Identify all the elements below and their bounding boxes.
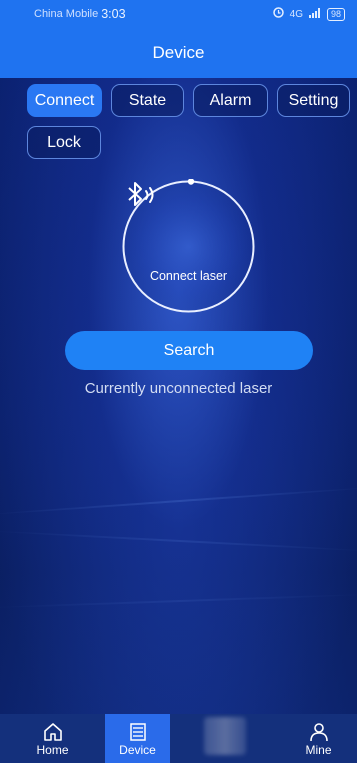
tab-state[interactable]: State bbox=[111, 84, 184, 117]
carrier-name: China Mobile bbox=[34, 8, 99, 20]
nav-home[interactable]: Home bbox=[0, 714, 105, 763]
status-right: 4G 98 bbox=[272, 7, 345, 21]
blurred-icon bbox=[204, 717, 246, 755]
nav-device-label: Device bbox=[119, 743, 156, 757]
battery-icon: 98 bbox=[326, 7, 345, 21]
device-icon bbox=[129, 723, 146, 741]
tab-connect[interactable]: Connect bbox=[27, 84, 102, 117]
search-button-label: Search bbox=[163, 341, 215, 359]
status-bar: China Mobile 3:03 4G 98 bbox=[0, 0, 357, 28]
page-title: Device bbox=[152, 43, 205, 62]
bluetooth-icon bbox=[128, 182, 154, 206]
background-light-band bbox=[0, 593, 357, 609]
tab-label: Alarm bbox=[209, 91, 252, 109]
background-light-band bbox=[0, 529, 357, 553]
tab-label: State bbox=[128, 91, 167, 109]
page-header: Device bbox=[0, 28, 357, 78]
tab-alarm[interactable]: Alarm bbox=[193, 84, 268, 117]
signal-icon bbox=[308, 7, 321, 21]
tab-label: Setting bbox=[288, 91, 339, 109]
tab-label: Lock bbox=[47, 133, 81, 151]
signal-label: 4G bbox=[289, 8, 303, 20]
background-light-band bbox=[0, 486, 357, 516]
tab-lock[interactable]: Lock bbox=[27, 126, 101, 159]
clock-time: 3:03 bbox=[101, 7, 126, 21]
connect-laser-label: Connect laser bbox=[149, 269, 228, 283]
connect-laser-button[interactable]: Connect laser bbox=[121, 179, 256, 314]
nav-mine[interactable]: Mine bbox=[280, 714, 357, 763]
tab-setting[interactable]: Setting bbox=[277, 84, 350, 117]
search-button[interactable]: Search bbox=[65, 331, 313, 370]
bottom-navigation: Home Device Mine bbox=[0, 714, 357, 763]
nav-device[interactable]: Device bbox=[105, 714, 170, 763]
nav-mine-label: Mine bbox=[305, 743, 332, 757]
status-left: China Mobile 3:03 bbox=[34, 7, 126, 21]
nav-home-label: Home bbox=[36, 743, 69, 757]
nav-blurred[interactable] bbox=[170, 714, 280, 763]
connection-status-text: Currently unconnected laser bbox=[84, 380, 273, 397]
alarm-icon bbox=[272, 7, 284, 21]
app-screen: China Mobile 3:03 4G 98 Device Connect S… bbox=[0, 0, 357, 763]
user-icon bbox=[309, 723, 328, 742]
home-icon bbox=[43, 723, 62, 741]
tab-label: Connect bbox=[34, 91, 95, 109]
